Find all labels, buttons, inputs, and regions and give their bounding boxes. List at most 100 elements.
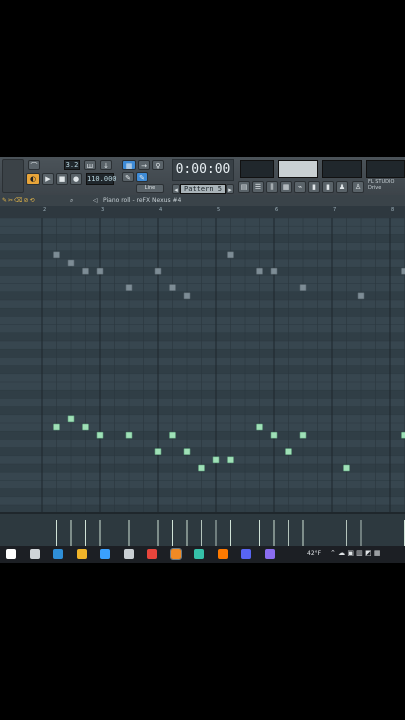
paint-tool-icon[interactable]: ✎ <box>136 172 148 182</box>
grid-row <box>0 324 405 333</box>
user-icon[interactable]: ♙ <box>352 181 364 193</box>
grid-row <box>0 332 405 341</box>
windows-taskbar: 42°F ⌃ ☁ ▣ ▥ ◩ ▦ <box>0 546 405 563</box>
grid-row <box>0 373 405 382</box>
time-display[interactable]: 0:00:00 <box>172 159 234 181</box>
search-icon[interactable] <box>29 549 40 559</box>
note[interactable] <box>401 431 405 439</box>
velocity-lane[interactable] <box>0 512 405 548</box>
grid-row <box>0 234 405 243</box>
illustrator-icon[interactable] <box>217 549 228 559</box>
bar-number: 2 <box>43 207 47 213</box>
ghost-note[interactable] <box>227 251 234 259</box>
stop-button[interactable]: ■ <box>56 173 68 185</box>
arrow-icon[interactable]: → <box>138 160 150 170</box>
grid-row <box>0 218 405 227</box>
channel-rack-icon[interactable]: ☰ <box>252 181 264 193</box>
obs-icon[interactable] <box>264 549 275 559</box>
main-toolbar: ◐ ▶ ■ ● 110.000 ⌒ 3.2 ш ↓ ▦ → ♀ ✎ ✎ Line… <box>0 157 405 196</box>
ghost-note[interactable] <box>154 267 162 275</box>
grid-row <box>0 496 405 505</box>
bar-number: 6 <box>275 207 279 213</box>
bar-number: 4 <box>159 207 163 213</box>
terminal-icon[interactable] <box>194 549 204 559</box>
note[interactable] <box>285 448 292 455</box>
record-button[interactable]: ● <box>70 173 82 185</box>
tempo-display[interactable]: 110.000 <box>86 173 117 185</box>
browser-icon[interactable]: ▦ <box>280 181 292 193</box>
store-icon[interactable] <box>76 549 87 559</box>
pattern-selector[interactable]: Pattern 5 <box>180 184 226 194</box>
tray-icons[interactable]: ⌃ ☁ ▣ ▥ ◩ ▦ <box>330 549 380 557</box>
chrome-icon[interactable] <box>147 549 157 559</box>
cpu-meter <box>240 160 274 178</box>
grid-row <box>0 447 405 456</box>
note[interactable] <box>299 431 307 439</box>
note[interactable] <box>212 456 220 464</box>
grid-row <box>0 357 405 366</box>
play-button[interactable]: ▶ <box>42 173 54 185</box>
metronome-icon[interactable]: ↓ <box>100 160 112 170</box>
explorer-icon[interactable] <box>100 549 110 559</box>
fl-studio-icon[interactable] <box>169 548 182 560</box>
note[interactable] <box>154 448 162 455</box>
beat-display[interactable]: 3.2 <box>64 160 80 170</box>
mixer-knob-icon[interactable]: ⌒ <box>28 160 40 170</box>
mixer-icon[interactable]: ⫼ <box>266 181 278 193</box>
ghost-note[interactable] <box>401 267 405 275</box>
note[interactable] <box>67 415 75 423</box>
edge-icon[interactable] <box>53 549 63 559</box>
note[interactable] <box>198 464 205 472</box>
menu-hint-panel[interactable] <box>2 159 24 193</box>
ghost-note[interactable] <box>256 267 263 275</box>
pencil-tool-icon[interactable]: ✎ <box>122 172 134 182</box>
grid-row <box>0 308 405 317</box>
ghost-note[interactable] <box>82 267 89 275</box>
discord-icon[interactable] <box>241 549 251 559</box>
grid-row <box>0 439 405 448</box>
ghost-note[interactable] <box>53 251 60 259</box>
start-icon[interactable] <box>6 549 16 559</box>
bar-number: 8 <box>391 207 395 213</box>
note[interactable] <box>82 423 89 431</box>
note-grid[interactable] <box>0 218 405 512</box>
note[interactable] <box>53 423 60 431</box>
ghost-note[interactable] <box>357 292 365 300</box>
note[interactable] <box>125 431 133 439</box>
pattern-next-button[interactable]: ▸ <box>226 184 234 194</box>
memory-meter <box>322 160 362 178</box>
ghost-note[interactable] <box>125 284 133 291</box>
ghost-note[interactable] <box>169 284 176 291</box>
ghost-note[interactable] <box>270 267 278 275</box>
bar-number: 7 <box>333 207 337 213</box>
ghost-note[interactable] <box>96 267 104 275</box>
note[interactable] <box>183 448 191 455</box>
note[interactable] <box>256 423 263 431</box>
speaker-icon[interactable]: ♟ <box>336 181 348 193</box>
project-icon[interactable]: ▮ <box>308 181 320 193</box>
note[interactable] <box>270 431 278 439</box>
note[interactable] <box>96 431 104 439</box>
piano-roll-mode-icon[interactable]: ▦ <box>122 160 136 170</box>
plugin-picker-icon[interactable]: ⌁ <box>294 181 306 193</box>
grid-row <box>0 382 405 391</box>
note[interactable] <box>343 464 350 472</box>
ghost-note[interactable] <box>183 292 191 300</box>
undo-icon[interactable]: ▮ <box>322 181 334 193</box>
grid-row <box>0 259 405 268</box>
ghost-note[interactable] <box>299 284 307 291</box>
ghost-note[interactable] <box>67 259 75 267</box>
note[interactable] <box>169 431 176 439</box>
snap-icon[interactable]: ш <box>84 160 96 170</box>
piano-roll-tools[interactable]: ✎✂⌫⊘⟲ <box>2 195 36 206</box>
settings-icon[interactable] <box>123 549 134 559</box>
playlist-icon[interactable]: ▤ <box>238 181 250 193</box>
snap-select[interactable]: Line <box>136 184 164 193</box>
note[interactable] <box>227 456 234 464</box>
zoom-icon[interactable]: ⌕ <box>70 195 73 206</box>
weather-text[interactable]: 42°F <box>307 550 321 557</box>
mic-icon[interactable]: ♀ <box>152 160 164 170</box>
pattern-prev-button[interactable]: ◂ <box>172 184 180 194</box>
pat-song-toggle[interactable]: ◐ <box>26 173 40 185</box>
voice-meter <box>366 160 405 178</box>
